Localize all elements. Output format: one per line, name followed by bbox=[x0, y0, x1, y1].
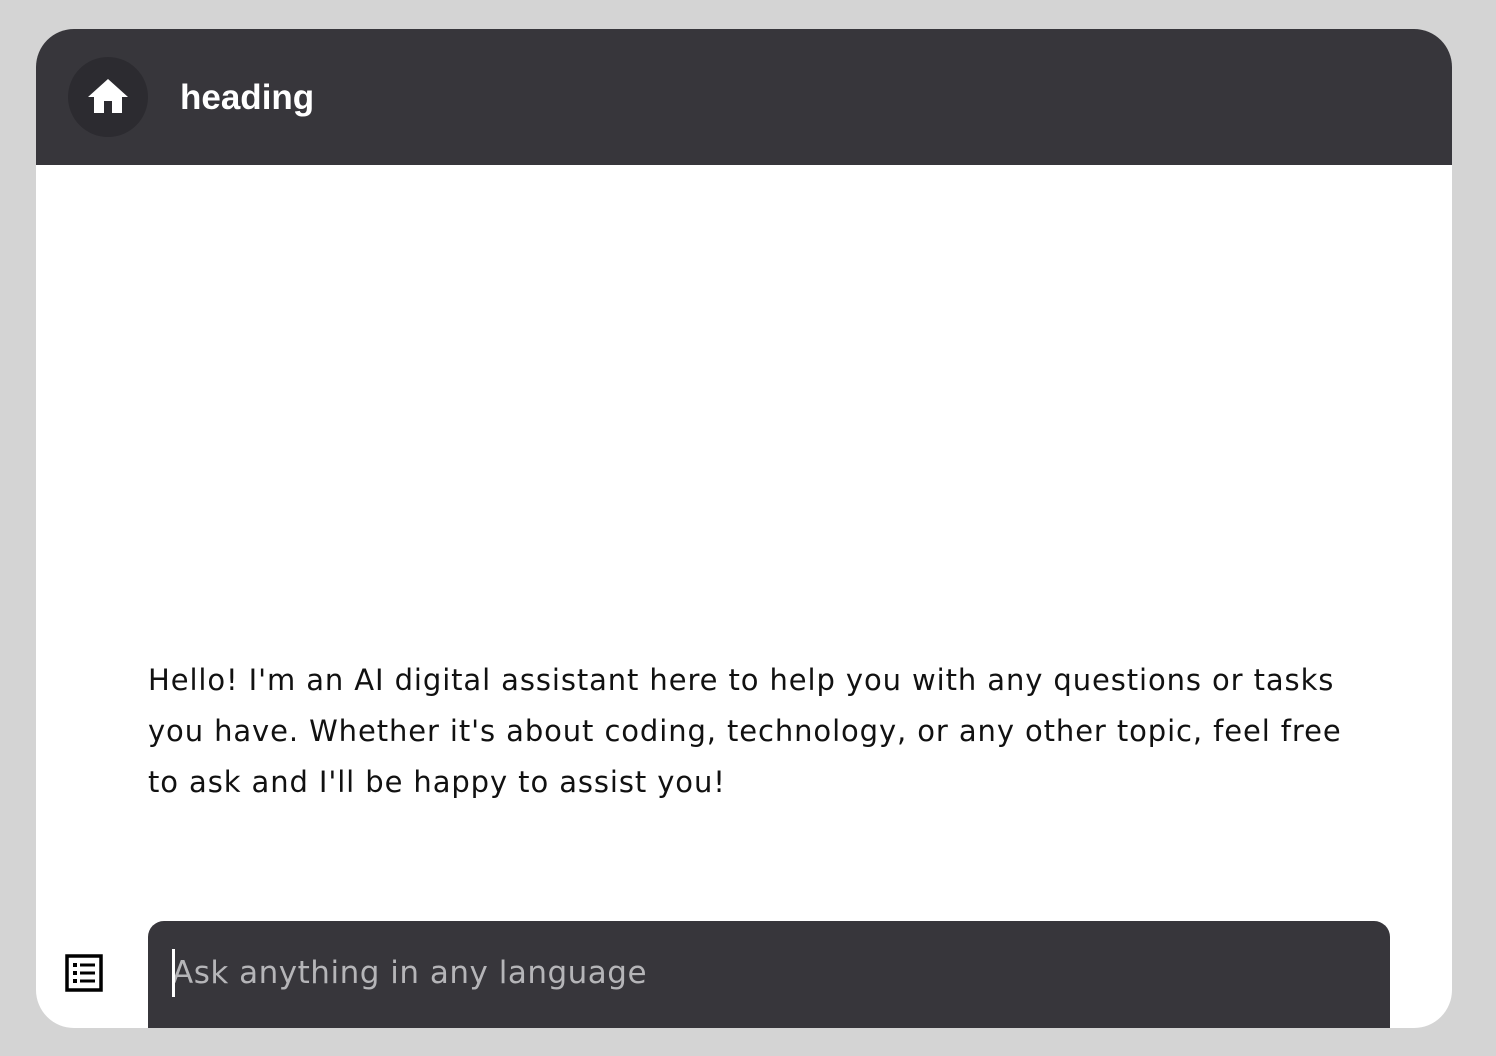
message-composer bbox=[148, 921, 1390, 1028]
app-header: heading bbox=[36, 29, 1452, 165]
text-caret bbox=[172, 949, 175, 997]
home-button[interactable] bbox=[68, 57, 148, 137]
message-input[interactable] bbox=[172, 943, 1362, 1003]
list-button[interactable] bbox=[60, 949, 108, 997]
assistant-message: Hello! I'm an AI digital assistant here … bbox=[148, 663, 1342, 799]
chat-window: heading Hello! I'm an AI digital assista… bbox=[36, 29, 1452, 1028]
list-icon bbox=[64, 953, 104, 993]
home-icon bbox=[84, 73, 132, 121]
page-title: heading bbox=[180, 78, 315, 117]
